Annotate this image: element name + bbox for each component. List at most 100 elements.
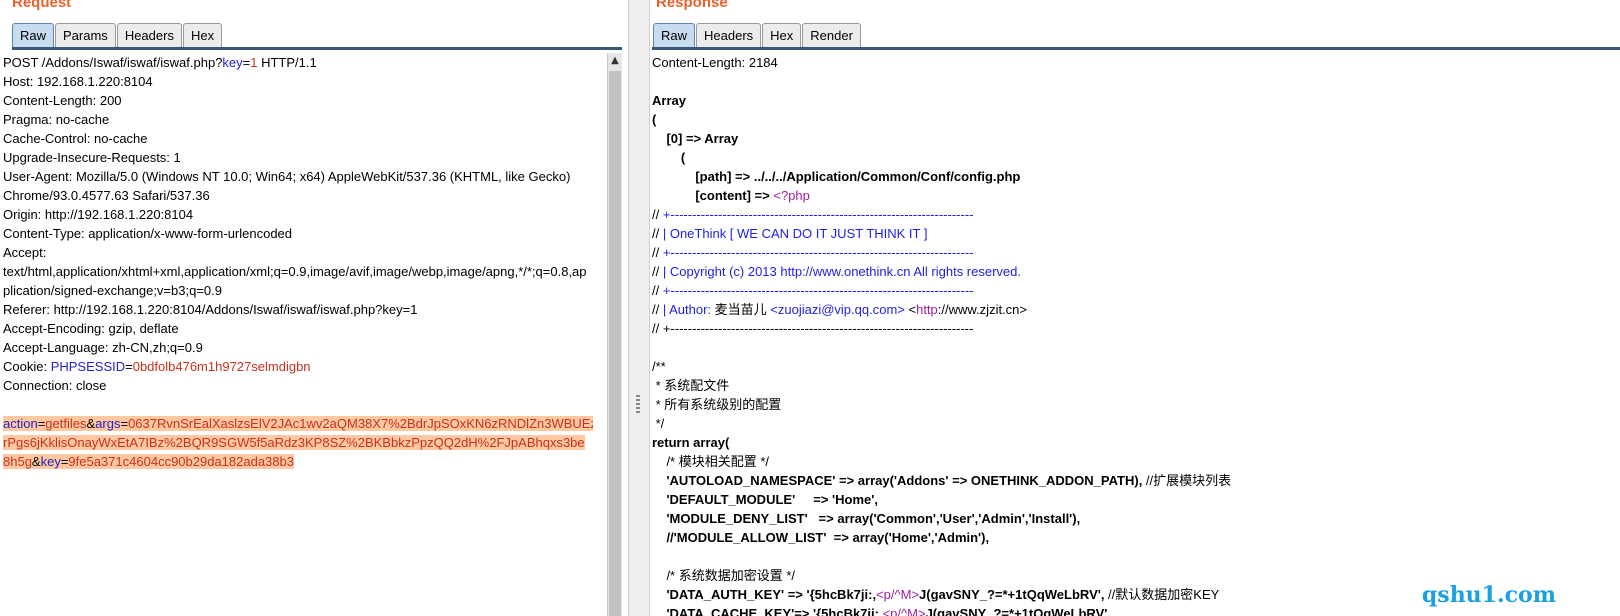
cookie-value: 0bdfolb476m1h9727selmdigbn [132,359,311,374]
response-line: * 系统配文件 [652,378,730,393]
response-text-segment: +---------------------------------------… [662,283,974,298]
response-text-segment: | OneThink [ WE CAN DO IT JUST THINK IT … [662,226,928,241]
cookie-name: PHPSESSID [50,359,126,374]
request-tab-hex[interactable]: Hex [182,23,223,47]
selected-body-text: action=getfiles&args=0637RvnSrEalXaslzsE… [3,416,593,431]
text-segment: = [125,359,133,374]
response-line: */ [652,416,665,431]
scroll-up-arrow-icon[interactable]: ▲ [608,53,622,69]
response-line: //'MODULE_ALLOW_LIST' => array('Home','A… [652,530,990,545]
response-text-segment: // [652,245,663,260]
response-tab-headers[interactable]: Headers [696,23,762,47]
request-line: Pragma: no-cache [3,112,110,127]
text-segment: Cookie: [3,359,51,374]
response-line: 'AUTOLOAD_NAMESPACE' => array('Addons' =… [652,471,1620,490]
response-tab-render[interactable]: Render [802,23,861,47]
param-key: action [3,416,38,431]
response-text-segment: +---------------------------------------… [662,245,974,260]
response-tab-raw[interactable]: Raw [653,23,696,47]
splitter-grip-icon[interactable] [636,395,640,413]
request-line: User-Agent: Mozilla/5.0 (Windows NT 10.0… [3,169,571,184]
separator: = [120,416,129,431]
request-line: text/html,application/xhtml+xml,applicat… [3,264,587,279]
response-tab-divider [652,47,1620,50]
response-line: // +------------------------------------… [652,243,1620,262]
request-line [3,395,593,414]
response-line: Content-Length: 2184 [652,55,778,70]
response-text-segment: J(gavSNY_?=*+1tQqWeLbRV', [919,587,1105,602]
response-line: [path] => ../../../Application/Common/Co… [652,167,1620,186]
response-text-segment: <?php [773,188,810,203]
response-text-segment: < [904,302,917,317]
request-line: Content-Type: application/x-www-form-url… [3,226,293,241]
request-line: Accept: [3,245,47,260]
request-tab-raw[interactable]: Raw [12,23,55,47]
request-body-line: action=getfiles&args=0637RvnSrEalXaslzsE… [3,414,593,433]
response-text-segment: // [652,302,663,317]
response-line: /** [652,359,666,374]
param-key: args [95,416,121,431]
response-text-segment: J(gavSNY_?=*+1tQqWeLbRV', [925,606,1111,616]
response-text-segment: //默认数据加密KEY [1104,587,1220,602]
response-tabs: Raw Headers Hex Render [653,23,862,48]
response-text-segment: 'DATA_CACHE_KEY'=> '{5hcBk7ji:, [652,606,883,616]
response-text-segment: [path] => ../../../Application/Common/Co… [652,169,1021,184]
param-value: 8h5g [3,454,32,469]
separator: & [86,416,96,431]
param-value: 0637RvnSrEalXaslzsElV2JAc1wv2aQM38X7%2Bd… [128,416,593,431]
request-panel: Request Raw Params Headers Hex POST /Addons… [0,0,622,616]
request-line: Host: 192.168.1.220:8104 [3,74,153,89]
request-scrollbar[interactable]: ▲ [607,53,622,616]
request-tabs: Raw Params Headers Hex [12,23,223,48]
selected-body-text: 8h5g&key=9fe5a371c4604cc90b29da182ada38b… [3,454,294,469]
response-panel: Response Raw Headers Hex Render Content-Len… [652,0,1620,616]
response-text-segment: [content] => [652,188,774,203]
watermark-logo: qshu1.com [1421,582,1556,608]
response-line: return array( [652,435,730,450]
request-tab-headers[interactable]: Headers [116,23,182,47]
response-line: // +------------------------------------… [652,281,1620,300]
selected-body-text: rPgs6jKklisOnayWxEtA7IBz%2BQR9SGW5f5aRdz… [3,435,585,450]
response-text-segment: | Copyright (c) 2013 http://www.onethink… [662,264,1021,279]
response-text-segment: +---------------------------------------… [662,207,974,222]
response-tab-hex[interactable]: Hex [762,23,802,47]
response-text-segment: // [652,264,663,279]
request-line: Content-Length: 200 [3,93,122,108]
response-text-segment: // [652,226,663,241]
response-line: ( [652,150,686,165]
request-raw-editor[interactable]: POST /Addons/Iswaf/iswaf/iswaf.php?key=1… [3,53,593,616]
response-line: /* 模块相关配置 */ [652,454,770,469]
response-title: Response [656,0,728,11]
request-line: Cookie: PHPSESSID=0bdfolb476m1h9727selmd… [3,357,593,376]
response-line [652,338,1620,357]
separator: & [31,454,41,469]
request-line: plication/signed-exchange;v=b3;q=0.9 [3,283,222,298]
response-line: * 所有系统级别的配置 [652,397,782,412]
response-text-segment: 'AUTOLOAD_NAMESPACE' => array('Addons' =… [652,473,1143,488]
request-line: Referer: http://192.168.1.220:8104/Addon… [3,302,418,317]
response-text-segment: ://www.zjzit.cn [937,302,1020,317]
scroll-thumb[interactable] [609,71,621,616]
response-text-segment: //扩展模块列表 [1142,473,1232,488]
request-line: Connection: close [3,378,107,393]
response-line: // | Copyright (c) 2013 http://www.oneth… [652,262,1620,281]
request-line: Accept-Encoding: gzip, deflate [3,321,179,336]
response-line: // +------------------------------------… [652,205,1620,224]
response-line: [content] => <?php [652,186,1620,205]
response-line: // | OneThink [ WE CAN DO IT JUST THINK … [652,224,1620,243]
response-line: // | Author: 麦当苗儿 <zuojiazi@vip.qq.com> … [652,300,1620,319]
response-text-segment: | Author: [662,302,715,317]
text-segment: POST /Addons/Iswaf/iswaf/iswaf.php? [3,55,223,70]
request-line: Chrome/93.0.4577.63 Safari/537.36 [3,188,210,203]
response-line: 'DEFAULT_MODULE' => 'Home', [652,492,878,507]
request-tab-params[interactable]: Params [55,23,116,47]
response-raw-editor[interactable]: Content-Length: 2184 Array( [0] => Array … [652,53,1620,616]
pane-splitter[interactable] [628,0,650,616]
response-line: [0] => Array [652,131,739,146]
param-key: key [40,454,61,469]
response-line: 'MODULE_DENY_LIST' => array('Common','Us… [652,511,1081,526]
response-text-segment: 'DATA_AUTH_KEY' => '{5hcBk7ji:, [652,587,877,602]
response-text-segment: // [652,207,663,222]
text-segment: HTTP/1.1 [257,55,317,70]
response-line: Array [652,93,686,108]
